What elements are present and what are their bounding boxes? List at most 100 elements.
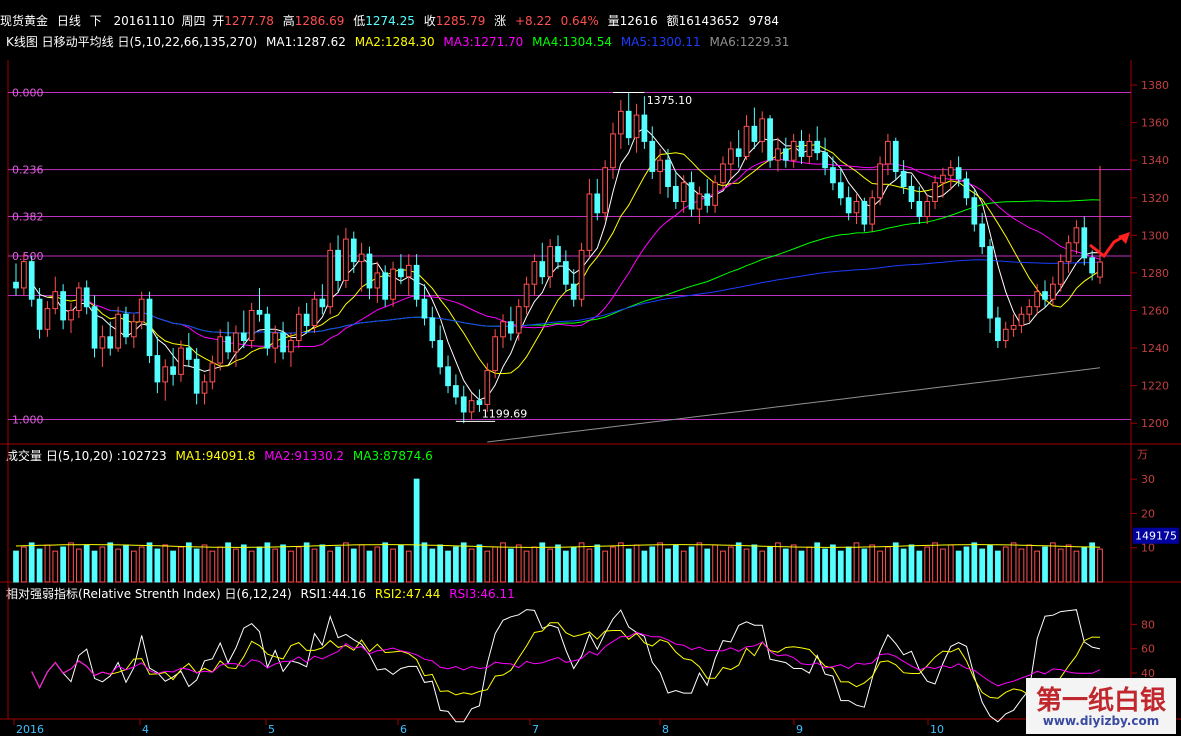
volume-bar <box>924 546 931 583</box>
volume-bar <box>814 542 821 583</box>
volume-bar <box>429 548 436 583</box>
candle-body <box>264 313 271 349</box>
volume-bar <box>602 550 608 583</box>
volume-bar <box>515 544 522 583</box>
candle-body <box>75 287 82 311</box>
volume-bar <box>555 544 561 583</box>
price-tick-label: 1280 <box>1141 267 1169 280</box>
candle-body <box>987 246 993 319</box>
volume-bar <box>1097 548 1103 583</box>
candle-body <box>398 268 404 278</box>
volume-bar <box>390 548 396 583</box>
candle-body <box>570 283 577 300</box>
month-label: 8 <box>662 723 669 736</box>
volume-bar <box>217 546 224 583</box>
volume-bar <box>484 550 491 583</box>
candle-body <box>578 249 585 300</box>
fib-label: 0.236 <box>12 164 44 177</box>
candle-body <box>256 309 263 315</box>
candle-body <box>60 291 66 321</box>
volume-bar <box>138 546 145 583</box>
candle-body <box>837 182 844 199</box>
candle-body <box>767 118 773 161</box>
candle-body <box>209 362 216 383</box>
candle-body <box>963 178 970 199</box>
price-chart-canvas[interactable]: 1380 1360 1340 1320 1300 1280 1260 1240 1220 1200… <box>0 0 1181 736</box>
volume-bar <box>1010 542 1017 583</box>
candle-body <box>185 347 192 360</box>
volume-bar <box>264 542 271 583</box>
volume-bar <box>1018 548 1025 583</box>
candle-body <box>515 306 522 334</box>
volume-bar <box>280 544 286 583</box>
volume-bar <box>892 542 899 583</box>
candle-body <box>44 308 51 330</box>
volume-bar <box>570 546 577 583</box>
volume-bar <box>916 550 923 583</box>
volume-bar <box>688 546 695 583</box>
volume-bar <box>625 548 632 583</box>
candle-body <box>429 317 436 342</box>
candle-body <box>390 268 396 300</box>
candle-body <box>130 321 137 338</box>
candle-body <box>484 370 491 405</box>
volume-bar <box>853 542 860 583</box>
volume-bar <box>971 542 978 583</box>
volume-bar <box>680 550 687 583</box>
candle-body <box>413 264 420 300</box>
volume-bar <box>413 478 420 583</box>
fib-label: 0.382 <box>12 211 44 224</box>
candle-body <box>225 336 231 353</box>
candle-body <box>115 313 121 349</box>
candle-body <box>892 140 899 172</box>
candle-body <box>1050 283 1056 300</box>
candle-body <box>350 238 357 263</box>
volume-bar <box>83 544 90 583</box>
volume-bar <box>932 542 938 583</box>
candle-body <box>523 283 530 308</box>
candle-body <box>798 140 805 157</box>
volume-bar <box>460 542 467 583</box>
volume-bar <box>382 542 389 583</box>
candle-body <box>99 336 106 349</box>
high-annotation: 1375.10 <box>647 94 693 107</box>
volume-bar <box>743 548 750 583</box>
volume-bar <box>99 546 106 583</box>
candle-body <box>146 298 153 357</box>
volume-bar <box>13 550 19 583</box>
volume-bar <box>790 544 797 583</box>
price-tick-label: 1300 <box>1141 229 1169 242</box>
candle-body <box>288 340 294 353</box>
candle-body <box>649 140 656 172</box>
candle-body <box>52 291 59 310</box>
candle-body <box>20 261 27 289</box>
candle-body <box>170 366 176 375</box>
current-volume-label: 149175 <box>1135 530 1177 543</box>
candle-body <box>672 185 679 203</box>
candle-body <box>154 355 161 383</box>
candle-body <box>460 396 467 413</box>
candle-body <box>641 114 648 142</box>
candle-body <box>759 118 766 142</box>
volume-bar <box>1002 546 1009 583</box>
price-tick-label: 1320 <box>1141 192 1169 205</box>
volume-bar <box>193 548 200 583</box>
price-tick-label: 1360 <box>1141 117 1169 130</box>
candle-body <box>366 253 373 289</box>
volume-bar <box>311 548 318 583</box>
volume-bar <box>767 546 773 583</box>
volume-bar <box>617 542 624 583</box>
candle-body <box>272 332 279 349</box>
volume-bar <box>146 542 153 583</box>
candle-body <box>303 313 310 327</box>
candle-body <box>751 125 758 142</box>
volume-bar <box>36 548 43 583</box>
ma5-line <box>110 259 1101 334</box>
candle-body <box>625 110 632 139</box>
volume-bar <box>366 550 373 583</box>
candle-body <box>861 201 868 225</box>
candle-body <box>358 253 365 263</box>
candle-body <box>971 197 978 225</box>
rsi3-line <box>31 631 1101 689</box>
volume-bar <box>60 546 66 583</box>
